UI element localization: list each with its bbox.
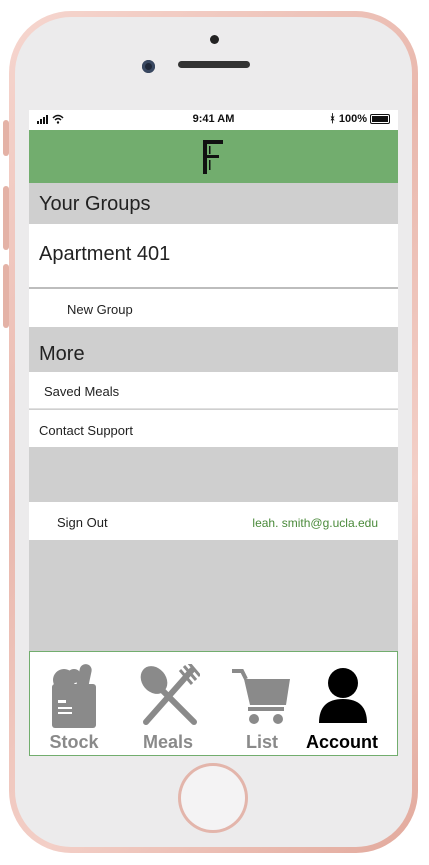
volume-up-button xyxy=(3,186,9,250)
bluetooth-icon: ᚼ xyxy=(329,113,336,125)
app-screen: 9:41 AM ᚼ 100% F Your Groups Apartment 4… xyxy=(29,110,398,756)
app-logo: F xyxy=(201,140,223,174)
tab-account[interactable]: Account xyxy=(302,652,382,755)
grocery-bag-icon xyxy=(52,664,96,728)
sign-out-label: Sign Out xyxy=(57,515,108,530)
new-group-button[interactable]: New Group xyxy=(29,289,398,327)
tab-meals[interactable]: Meals xyxy=(128,652,208,755)
tab-stock-label: Stock xyxy=(49,732,99,752)
new-group-label: New Group xyxy=(67,302,133,317)
status-bar: 9:41 AM ᚼ 100% xyxy=(29,110,398,130)
tab-bar: Stock Meals List Account xyxy=(29,651,398,756)
fork-spoon-icon xyxy=(140,664,200,725)
contact-support-button[interactable]: Contact Support xyxy=(29,410,398,447)
app-header: F xyxy=(29,130,398,183)
tab-list-label: List xyxy=(245,732,278,752)
groups-section-title: Your Groups xyxy=(39,193,151,215)
front-camera xyxy=(142,60,155,73)
battery-icon xyxy=(370,114,390,124)
group-name: Apartment 401 xyxy=(39,243,171,265)
svg-text:F: F xyxy=(201,140,202,141)
mute-switch xyxy=(3,120,9,156)
contact-support-label: Contact Support xyxy=(39,423,133,438)
more-section-title: More xyxy=(39,343,85,365)
account-email: leah. smith@g.ucla.edu xyxy=(252,516,378,530)
tab-meals-label: Meals xyxy=(142,732,194,752)
volume-down-button xyxy=(3,264,9,328)
proximity-sensor xyxy=(210,35,219,44)
saved-meals-label: Saved Meals xyxy=(44,384,120,399)
tab-list[interactable]: List xyxy=(220,652,304,755)
group-row-apartment-401[interactable]: Apartment 401 xyxy=(29,224,398,289)
sign-out-row[interactable]: Sign Out leah. smith@g.ucla.edu xyxy=(29,502,398,540)
saved-meals-button[interactable]: Saved Meals xyxy=(29,372,398,409)
tab-stock[interactable]: Stock xyxy=(36,652,112,755)
tab-account-label: Account xyxy=(306,732,378,752)
user-icon xyxy=(319,668,367,723)
cart-icon xyxy=(232,669,290,724)
battery-percent: 100% xyxy=(338,113,367,125)
home-button[interactable] xyxy=(181,766,245,830)
earpiece-speaker xyxy=(178,61,250,68)
